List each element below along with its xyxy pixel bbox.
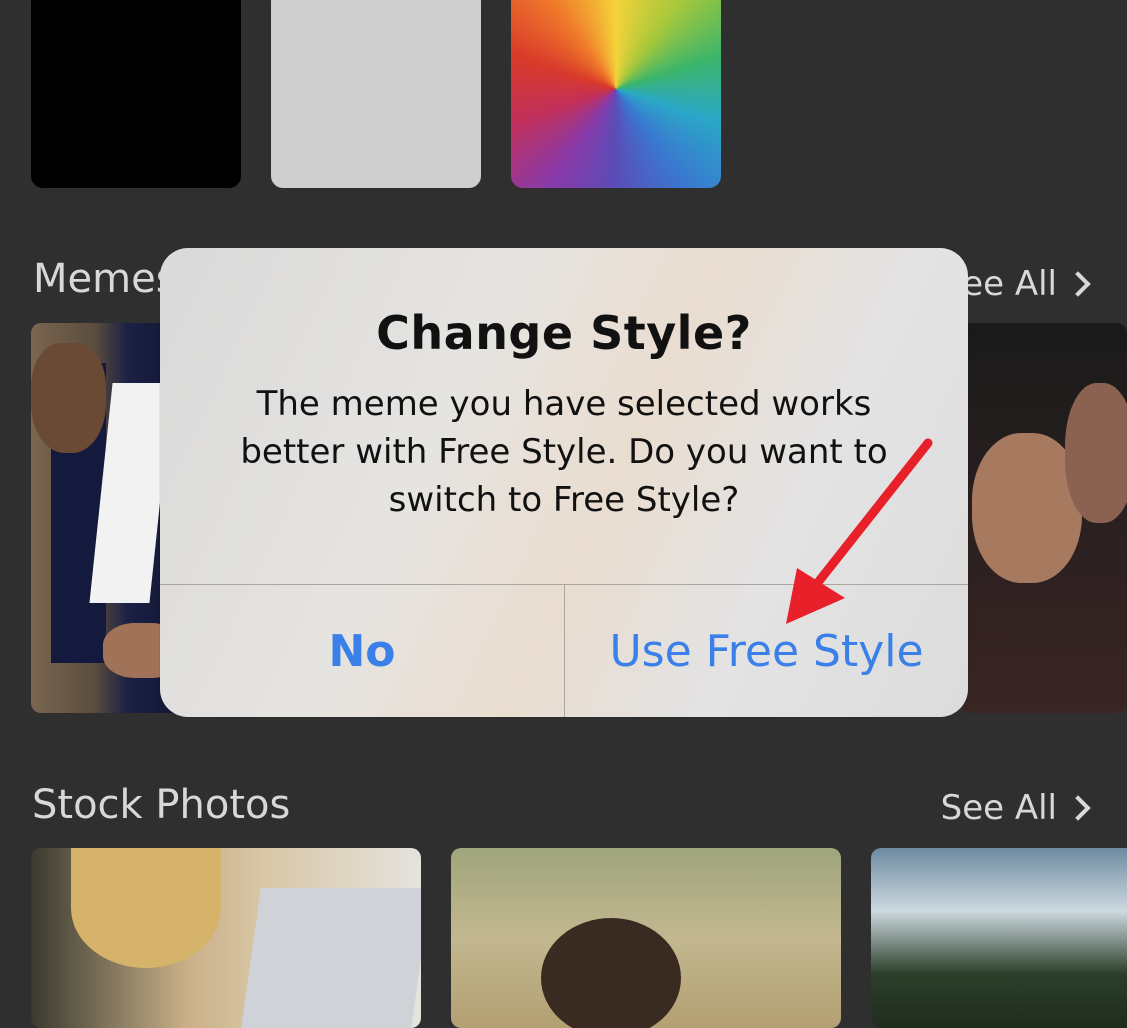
stock-photos-section-title: Stock Photos bbox=[32, 782, 291, 828]
stock-photo-thumbnail[interactable] bbox=[31, 848, 421, 1028]
dialog-message: The meme you have selected works better … bbox=[240, 384, 888, 520]
chevron-right-icon bbox=[1065, 795, 1091, 821]
change-style-dialog: Change Style? The meme you have selected… bbox=[160, 248, 968, 717]
stock-photo-thumbnail[interactable] bbox=[871, 848, 1127, 1028]
black-swatch[interactable] bbox=[31, 0, 241, 188]
gray-swatch[interactable] bbox=[271, 0, 481, 188]
no-button[interactable]: No bbox=[160, 585, 564, 717]
chevron-right-icon bbox=[1065, 271, 1091, 297]
dialog-title: Change Style? bbox=[376, 306, 752, 360]
meme-thumbnail[interactable] bbox=[960, 323, 1127, 713]
memes-section-title: Memes bbox=[33, 256, 177, 302]
stock-photo-thumbnail[interactable] bbox=[451, 848, 841, 1028]
rainbow-swatch[interactable] bbox=[511, 0, 721, 188]
see-all-label: See All bbox=[940, 788, 1057, 828]
stock-photos-see-all-link[interactable]: See All bbox=[941, 788, 1093, 828]
use-free-style-button[interactable]: Use Free Style bbox=[565, 585, 968, 717]
